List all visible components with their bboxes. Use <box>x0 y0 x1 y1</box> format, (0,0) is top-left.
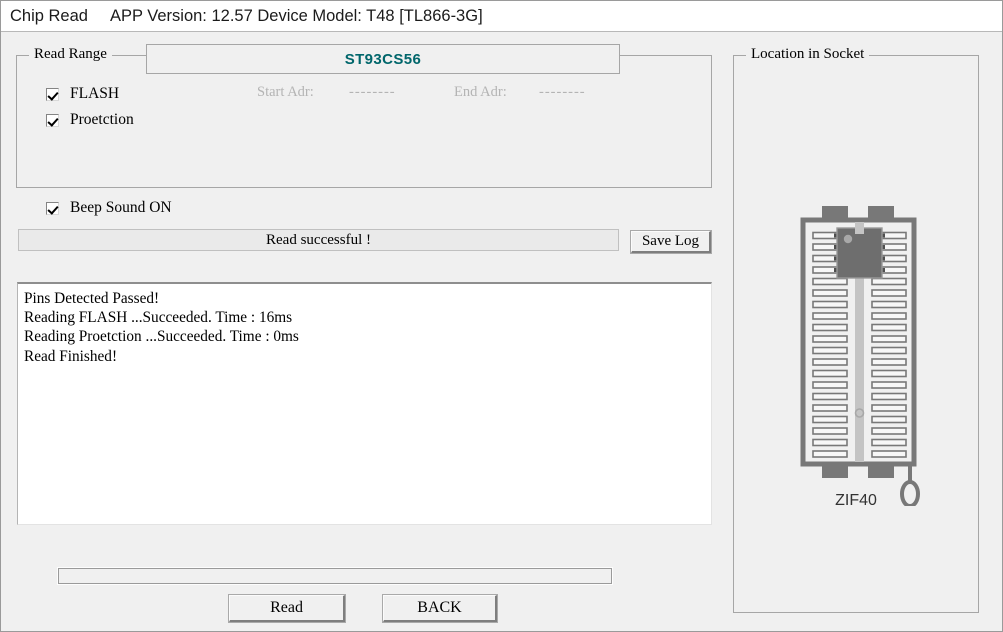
location-in-socket-label: Location in Socket <box>746 46 870 63</box>
chip-read-window: Chip Read APP Version: 12.57 Device Mode… <box>0 0 1003 632</box>
back-button-label: BACK <box>417 599 462 616</box>
read-button[interactable]: Read <box>228 594 346 623</box>
chip-name-display: ST93CS56 <box>146 44 620 74</box>
checkbox-beep-sound-box[interactable] <box>46 201 59 215</box>
log-line: Reading Proetction ...Succeeded. Time : … <box>24 328 299 346</box>
chip-name-text: ST93CS56 <box>344 50 422 68</box>
status-message: Read successful ! <box>266 231 371 248</box>
device-info-text: APP Version: 12.57 Device Model: T48 [TL… <box>109 6 483 25</box>
chip-pin1-marker <box>843 234 853 244</box>
status-bar: Read successful ! <box>18 229 619 251</box>
checkbox-flash[interactable]: FLASH <box>46 85 119 103</box>
read-button-label: Read <box>270 599 303 616</box>
checkbox-protection-label: Proetction <box>70 111 134 128</box>
log-line: Pins Detected Passed! <box>24 290 160 307</box>
save-log-button[interactable]: Save Log <box>630 230 712 254</box>
save-log-button-label: Save Log <box>641 233 700 249</box>
checkbox-protection[interactable]: Proetction <box>46 111 134 129</box>
start-adr-label: Start Adr: <box>257 84 314 100</box>
end-adr-label: End Adr: <box>454 84 507 100</box>
page-title: Chip Read <box>10 6 88 25</box>
checkbox-beep-sound[interactable]: Beep Sound ON <box>46 199 172 217</box>
back-button[interactable]: BACK <box>382 594 498 623</box>
start-adr-value: -------- <box>349 84 396 100</box>
zif-socket-diagram <box>800 206 920 506</box>
checkbox-protection-box[interactable] <box>46 113 59 127</box>
end-adr-value: -------- <box>539 84 586 100</box>
chip-package-body <box>836 227 883 279</box>
progress-bar <box>57 567 613 585</box>
checkbox-flash-box[interactable] <box>46 87 59 101</box>
checkbox-flash-label: FLASH <box>70 85 120 102</box>
read-range-label: Read Range <box>29 46 112 63</box>
chip-notch <box>855 222 864 234</box>
window-titlebar: Chip Read APP Version: 12.57 Device Mode… <box>1 1 1002 32</box>
zif-socket-label: ZIF40 <box>835 492 877 509</box>
log-line: Read Finished! <box>24 347 118 365</box>
log-line: Reading FLASH ...Succeeded. Time : 16ms <box>24 309 293 327</box>
log-output-area[interactable]: Pins Detected Passed! Reading FLASH ...S… <box>17 282 712 525</box>
checkbox-beep-sound-label: Beep Sound ON <box>70 199 172 216</box>
